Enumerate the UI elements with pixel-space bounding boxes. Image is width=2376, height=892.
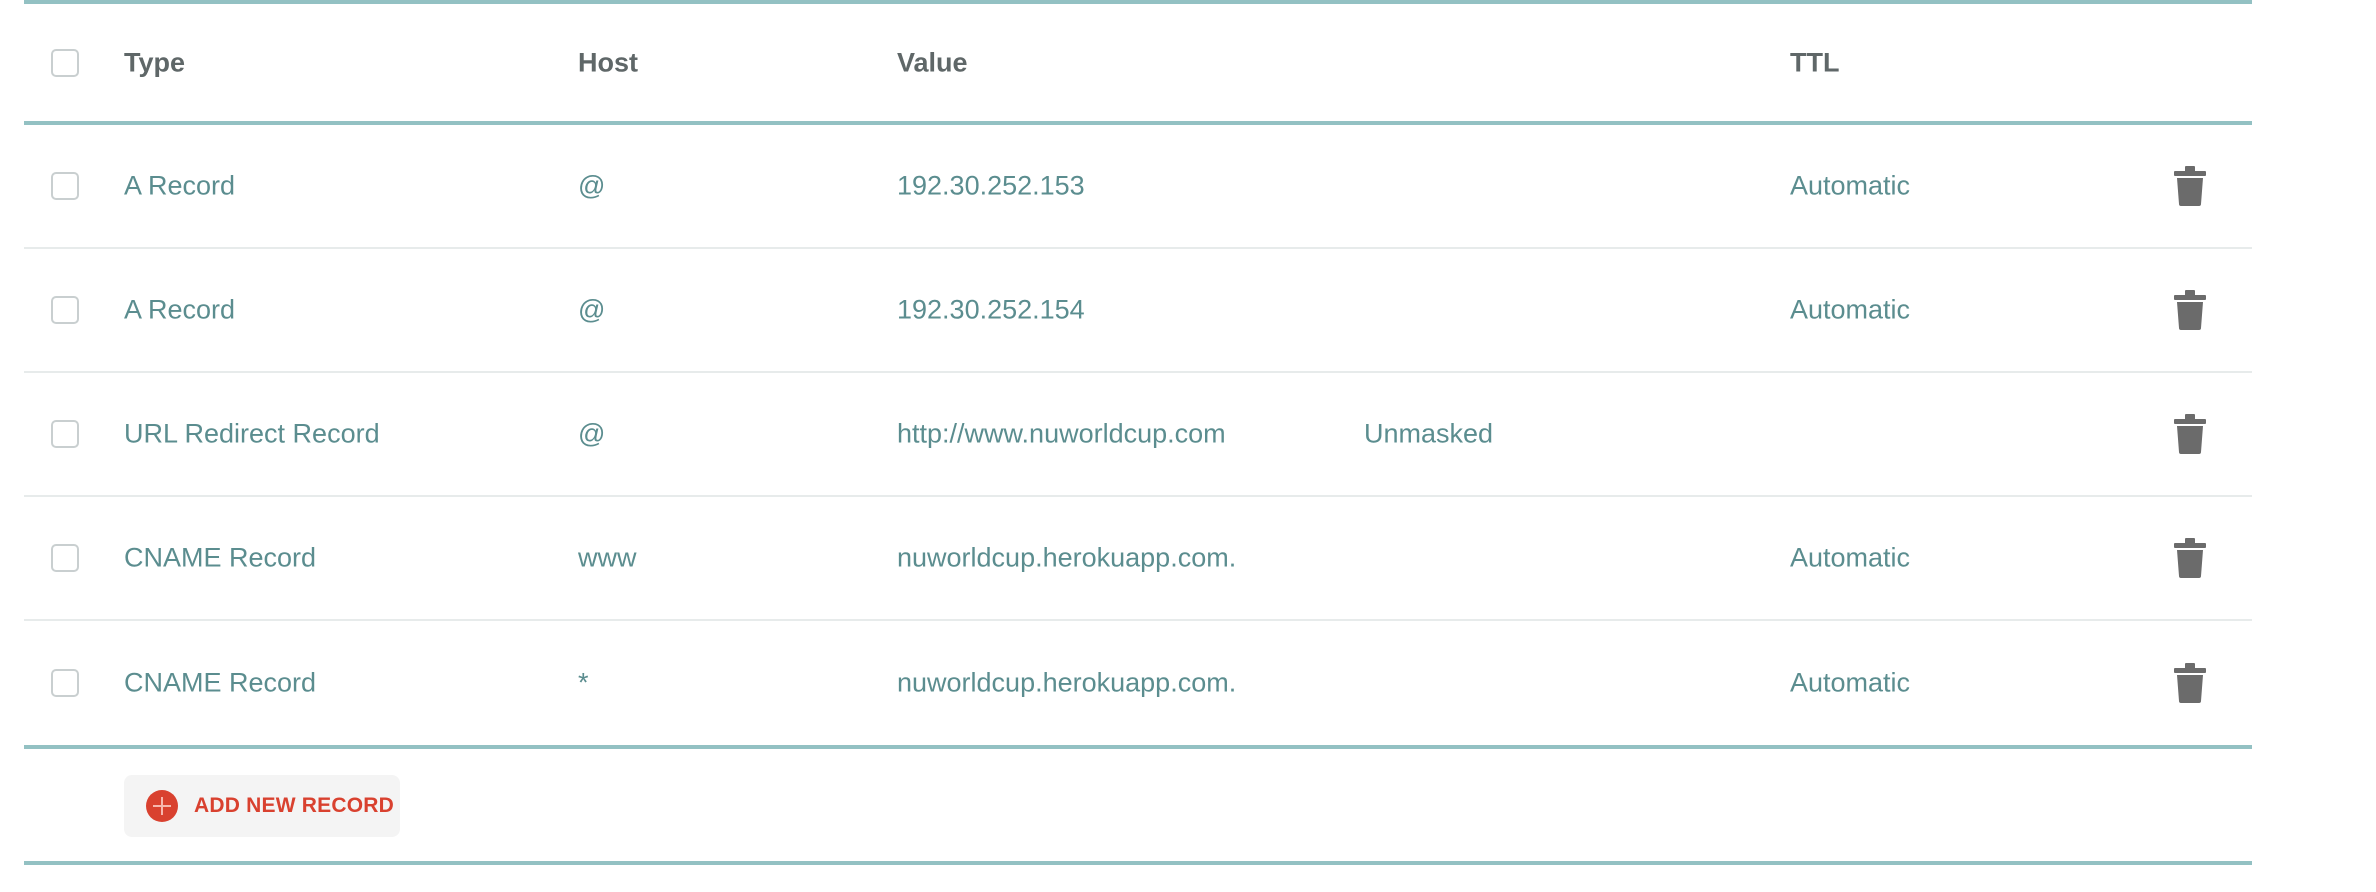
trash-icon[interactable] (2174, 663, 2206, 703)
plus-circle-icon (146, 790, 178, 822)
trash-icon[interactable] (2174, 414, 2206, 454)
record-type: A Record (124, 294, 236, 325)
row-checkbox[interactable] (51, 544, 79, 572)
table-bottom-rule (24, 861, 2252, 865)
table-row: CNAME Record * nuworldcup.herokuapp.com.… (24, 621, 2252, 745)
record-host: www (578, 542, 637, 573)
record-type: URL Redirect Record (124, 418, 380, 449)
record-host: * (578, 667, 589, 698)
record-ttl: Automatic (1790, 294, 1911, 325)
table-row: A Record @ 192.30.252.154 Automatic (24, 249, 2252, 373)
record-type: CNAME Record (124, 667, 317, 698)
record-host: @ (578, 170, 606, 201)
row-checkbox[interactable] (51, 669, 79, 697)
record-extra: Unmasked (1364, 418, 1494, 449)
dns-records-table: Type Host Value TTL A Record @ 192.30.25… (24, 0, 2252, 865)
row-checkbox[interactable] (51, 420, 79, 448)
record-value: 192.30.252.154 (897, 294, 1085, 325)
record-value: http://www.nuworldcup.com (897, 418, 1226, 449)
select-all-checkbox[interactable] (51, 48, 79, 77)
record-ttl: Automatic (1790, 667, 1911, 698)
header-type: Type (124, 47, 186, 77)
header-ttl: TTL (1790, 47, 1840, 77)
record-value: 192.30.252.153 (897, 170, 1085, 201)
record-type: A Record (124, 170, 236, 201)
trash-icon[interactable] (2174, 538, 2206, 578)
header-value: Value (897, 47, 968, 77)
delete-record-button[interactable] (2174, 538, 2206, 578)
trash-icon[interactable] (2174, 290, 2206, 330)
delete-record-button[interactable] (2174, 663, 2206, 703)
record-value: nuworldcup.herokuapp.com. (897, 667, 1237, 698)
record-host: @ (578, 418, 606, 449)
row-checkbox[interactable] (51, 172, 79, 200)
row-checkbox[interactable] (51, 296, 79, 324)
table-row: CNAME Record www nuworldcup.herokuapp.co… (24, 497, 2252, 621)
record-type: CNAME Record (124, 542, 317, 573)
record-ttl: Automatic (1790, 542, 1911, 573)
table-footer: ADD NEW RECORD (24, 749, 2252, 861)
add-new-record-button[interactable]: ADD NEW RECORD (124, 775, 400, 837)
add-new-record-label: ADD NEW RECORD (194, 794, 394, 817)
header-host: Host (578, 47, 638, 77)
record-ttl: Automatic (1790, 170, 1911, 201)
trash-icon[interactable] (2174, 166, 2206, 206)
table-row: A Record @ 192.30.252.153 Automatic (24, 125, 2252, 249)
record-value: nuworldcup.herokuapp.com. (897, 542, 1237, 573)
table-header-row: Type Host Value TTL (24, 4, 2252, 121)
record-host: @ (578, 294, 606, 325)
delete-record-button[interactable] (2174, 166, 2206, 206)
delete-record-button[interactable] (2174, 290, 2206, 330)
table-row: URL Redirect Record @ http://www.nuworld… (24, 373, 2252, 497)
delete-record-button[interactable] (2174, 414, 2206, 454)
